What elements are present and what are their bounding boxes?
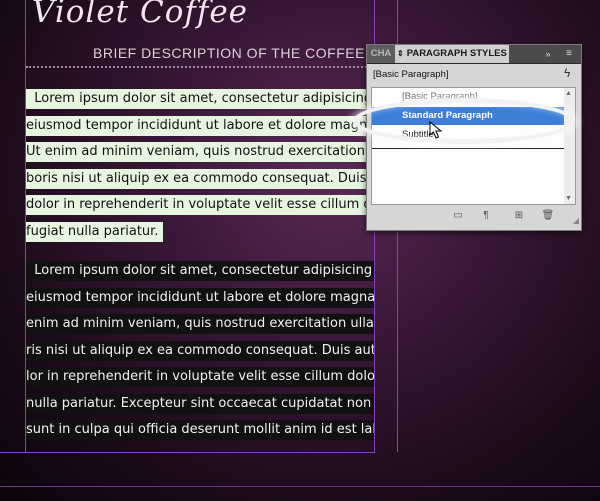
pointer-cursor-icon xyxy=(429,121,443,139)
text-line: Lorem ipsum dolor sit amet, consectetur … xyxy=(26,261,374,281)
paragraph-selected[interactable]: Lorem ipsum dolor sit amet, consectetur … xyxy=(26,258,374,444)
text-line: boris nisi ut aliquip ex ea commodo cons… xyxy=(26,168,374,189)
resize-grip-icon[interactable]: ◢ xyxy=(573,216,579,225)
text-line: sunt in culpa qui officia deserunt molli… xyxy=(26,420,374,440)
style-item-label: Standard Paragraph xyxy=(402,110,493,121)
scroll-up-icon[interactable]: ▲ xyxy=(565,90,572,97)
text-frame[interactable]: Lorem ipsum dolor sit amet, consectetur … xyxy=(26,80,374,460)
document-title[interactable]: Violet Coffee xyxy=(32,0,248,30)
text-line: Ut enim ad minim veniam, quis nostrud ex… xyxy=(26,142,374,162)
delete-style-trash-icon[interactable]: 🗑 xyxy=(541,209,555,223)
guide-horizontal-bottom-margin xyxy=(0,486,600,487)
panel-tab-bar: CHA ⇕ PARAGRAPH STYLES » ≡ xyxy=(367,45,581,64)
document-subtitle[interactable]: BRIEF DESCRIPTION OF THE COFFEE SHOP xyxy=(93,45,365,61)
panel-footer: ▭ ¶ ⊞ 🗑 ◢ xyxy=(367,207,581,227)
style-item-label: [Basic Paragraph] xyxy=(402,91,478,102)
paragraph-styles-panel[interactable]: CHA ⇕ PARAGRAPH STYLES » ≡ [Basic Paragra… xyxy=(366,44,582,231)
up-down-arrows-icon: ⇕ xyxy=(397,49,404,58)
expand-panel-button[interactable]: » xyxy=(539,45,557,63)
style-list[interactable]: [Basic Paragraph] Standard Paragraph Sub… xyxy=(371,87,566,205)
list-divider xyxy=(372,148,565,149)
style-item-subtitle[interactable]: Subtitle xyxy=(372,126,565,144)
current-style-label: [Basic Paragraph] xyxy=(373,69,449,80)
style-item-basic-paragraph[interactable]: [Basic Paragraph] xyxy=(372,88,565,106)
text-line: ris nisi ut aliquip ex ea commodo conseq… xyxy=(26,340,374,361)
create-new-style-icon[interactable]: ⊞ xyxy=(512,209,526,223)
paragraph-highlighted[interactable]: Lorem ipsum dolor sit amet, consectetur … xyxy=(26,86,374,245)
list-scrollbar[interactable]: ▲ ▼ xyxy=(564,87,576,205)
text-line: lor in reprehenderit in voluptate velit … xyxy=(26,367,374,387)
tab-character[interactable]: CHA xyxy=(367,45,395,63)
clear-overrides-icon[interactable]: ¶ xyxy=(479,209,493,223)
text-line: dolor in reprehenderit in voluptate veli… xyxy=(26,195,374,215)
text-line: Lorem ipsum dolor sit amet, consectetur … xyxy=(26,89,374,109)
text-line: eiusmod tempor incididunt ut labore et d… xyxy=(26,287,374,308)
panel-menu-icon[interactable]: ≡ xyxy=(559,45,579,63)
create-style-lightning-icon[interactable]: ϟ xyxy=(564,66,570,80)
new-style-group-folder-icon[interactable]: ▭ xyxy=(451,209,465,223)
tab-label: PARAGRAPH STYLES xyxy=(406,48,507,59)
dotted-divider xyxy=(26,66,371,68)
text-line: enim ad minim veniam, quis nostrud exerc… xyxy=(26,314,374,334)
style-item-standard-paragraph[interactable]: Standard Paragraph xyxy=(372,107,565,125)
style-item-label: Subtitle xyxy=(402,129,434,140)
text-line: nulla pariatur. Excepteur sint occaecat … xyxy=(26,393,374,414)
text-line: eiusmod tempor incididunt ut labore et d… xyxy=(26,115,374,136)
tab-paragraph-styles[interactable]: ⇕ PARAGRAPH STYLES xyxy=(395,45,509,63)
scroll-down-icon[interactable]: ▼ xyxy=(565,195,572,202)
text-line: fugiat nulla pariatur. xyxy=(26,221,163,242)
